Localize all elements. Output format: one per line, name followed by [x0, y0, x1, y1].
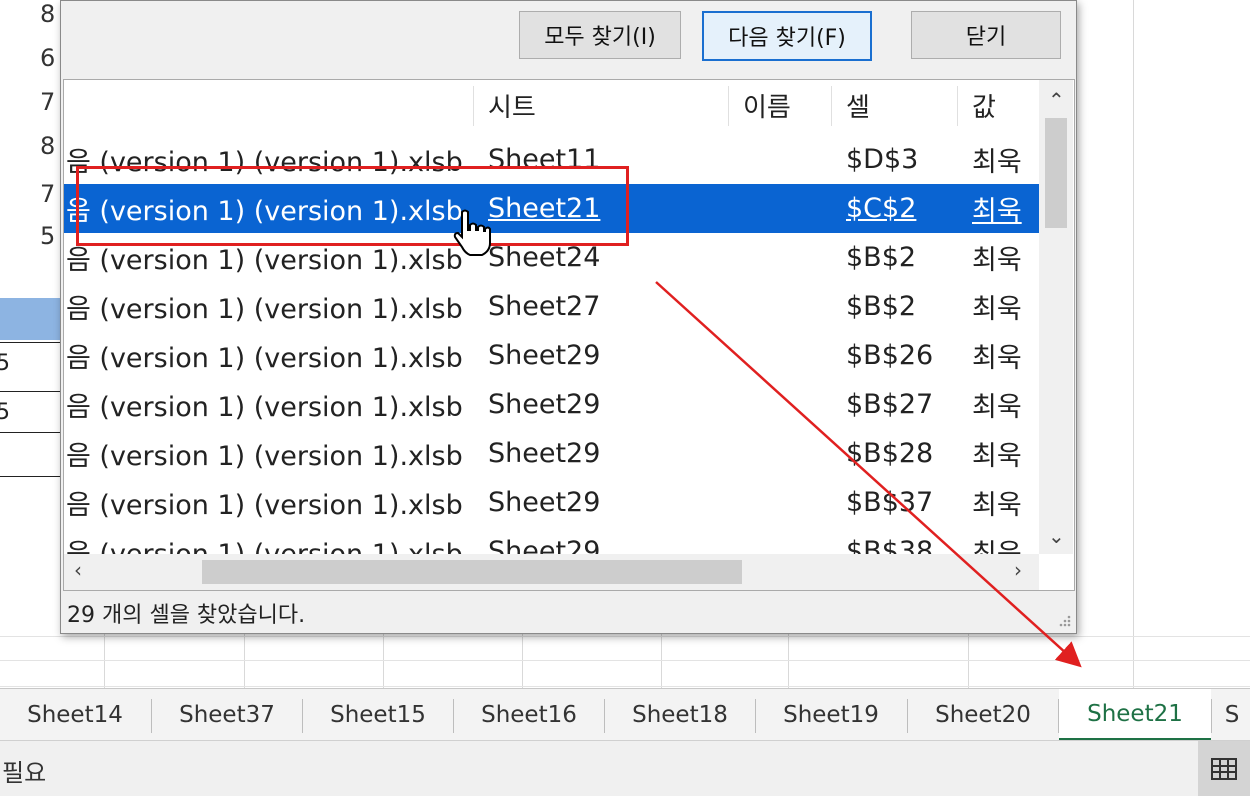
row-number-fragment: 5: [40, 222, 56, 250]
result-cell-value: 최욱: [972, 245, 1022, 276]
result-cell-value: 최욱: [972, 294, 1022, 325]
result-cell-workbook: 음 (version 1) (version 1).xlsb: [66, 343, 463, 374]
cell-fragment[interactable]: [0, 432, 62, 481]
row-number-fragment: 6: [40, 44, 56, 72]
result-cell-workbook: 음 (version 1) (version 1).xlsb: [66, 294, 463, 325]
vertical-scroll-thumb[interactable]: [1045, 118, 1067, 228]
scroll-down-icon[interactable]: ⌄: [1048, 524, 1065, 548]
sheet-tab-s[interactable]: S: [1212, 689, 1250, 741]
status-bar: 필요: [0, 740, 1250, 796]
result-row[interactable]: 음 (version 1) (version 1).xlsb Sheet29 $B$…: [64, 331, 1039, 380]
result-cell-workbook: 음 (version 1) (version 1).xlsb: [66, 392, 463, 423]
result-cell-name: [743, 429, 833, 478]
result-cell-cell: $B$28: [846, 438, 934, 469]
sheet-tab-sheet37[interactable]: Sheet37: [152, 689, 302, 741]
normal-view-button[interactable]: [1198, 741, 1250, 796]
scroll-left-icon[interactable]: ‹: [74, 558, 82, 582]
result-cell-sheet: Sheet29: [488, 340, 601, 371]
sheet-tab-sheet16[interactable]: Sheet16: [454, 689, 604, 741]
result-cell-value: 최욱: [972, 343, 1022, 374]
result-cell-cell: $C$2: [846, 193, 917, 224]
column-header-sheet[interactable]: 시트: [488, 80, 718, 130]
column-header-value[interactable]: 값: [972, 80, 1032, 130]
results-status-text: 29 개의 셀을 찾았습니다.: [67, 603, 306, 628]
result-cell-name: [743, 331, 833, 380]
scroll-right-icon[interactable]: ›: [1014, 558, 1022, 582]
result-cell-name: [743, 478, 833, 527]
sheet-tab-sheet19[interactable]: Sheet19: [756, 689, 906, 741]
results-list[interactable]: 시트 이름 셀 값 음 (version 1) (version 1).xlsb…: [63, 79, 1075, 591]
result-cell-sheet: Sheet29: [488, 438, 601, 469]
sheet-tab-sheet21[interactable]: Sheet21: [1059, 689, 1211, 741]
result-cell-name: [743, 135, 833, 184]
horizontal-scrollbar[interactable]: ‹ ›: [64, 554, 1039, 590]
result-cell-workbook: 음 (version 1) (version 1).xlsb: [66, 490, 463, 521]
find-next-button[interactable]: 다음 찾기(F): [702, 11, 872, 61]
result-cell-name: [743, 184, 833, 233]
result-cell-name: [743, 380, 833, 429]
row-number-fragment: 7: [40, 88, 56, 116]
vertical-scrollbar[interactable]: ⌃ ⌄: [1039, 80, 1073, 554]
row-number-fragment: 7: [40, 180, 56, 208]
result-cell-workbook: 음 (version 1) (version 1).xlsb: [66, 441, 463, 472]
result-cell-cell: $B$2: [846, 291, 917, 322]
horizontal-scroll-thumb[interactable]: [202, 560, 742, 584]
sheet-tab-sheet14[interactable]: Sheet14: [0, 689, 150, 741]
scroll-up-icon[interactable]: ⌃: [1048, 88, 1065, 112]
sheet-tab-sheet18[interactable]: Sheet18: [605, 689, 755, 741]
resize-grip-icon[interactable]: [1056, 613, 1072, 629]
result-cell-value: 최욱: [972, 196, 1022, 227]
find-dialog: 모두 찾기(I) 다음 찾기(F) 닫기 시트 이름 셀 값 음 (versio…: [60, 0, 1077, 634]
result-row[interactable]: 음 (version 1) (version 1).xlsb Sheet29 $B$…: [64, 429, 1039, 478]
find-all-button[interactable]: 모두 찾기(I): [519, 11, 681, 59]
result-cell-value: 최욱: [972, 147, 1022, 178]
selected-row-header-fragment: [0, 298, 62, 340]
hand-cursor-icon: [453, 209, 491, 256]
result-row[interactable]: 음 (version 1) (version 1).xlsb Sheet29 $B$…: [64, 380, 1039, 429]
result-cell-name: [743, 282, 833, 331]
result-row[interactable]: 음 (version 1) (version 1).xlsb Sheet27 $B$…: [64, 282, 1039, 331]
cell-fragment[interactable]: [0, 476, 62, 525]
grid-view-icon: [1211, 757, 1237, 780]
cell-fragment[interactable]: 5: [0, 342, 62, 391]
sheet-tab-bar: Sheet14 Sheet37 Sheet15 Sheet16 Sheet18 Sheet…: [0, 688, 1250, 741]
result-cell-cell: $B$26: [846, 340, 934, 371]
sheet-tab-sheet15[interactable]: Sheet15: [303, 689, 453, 741]
result-cell-value: 최욱: [972, 441, 1022, 472]
result-cell-value: 최욱: [972, 392, 1022, 423]
result-cell-cell: $D$3: [846, 144, 919, 175]
annotation-highlight-box: [76, 166, 629, 246]
row-number-fragment: 8: [40, 132, 56, 160]
result-cell-sheet: Sheet29: [488, 389, 601, 420]
result-cell-cell: $B$27: [846, 389, 934, 420]
row-number-fragment: 8: [40, 0, 56, 28]
result-cell-value: 최욱: [972, 490, 1022, 521]
result-cell-sheet: Sheet29: [488, 487, 601, 518]
column-header-cell[interactable]: 셀: [846, 80, 946, 130]
close-button[interactable]: 닫기: [911, 11, 1061, 59]
status-bar-text: 필요: [2, 759, 47, 787]
result-cell-name: [743, 233, 833, 282]
column-header-name[interactable]: 이름: [743, 80, 833, 130]
result-cell-cell: $B$2: [846, 242, 917, 273]
result-cell-cell: $B$37: [846, 487, 934, 518]
column-header-workbook[interactable]: [68, 80, 468, 130]
sheet-tab-sheet20[interactable]: Sheet20: [908, 689, 1058, 741]
result-cell-sheet: Sheet27: [488, 291, 601, 322]
result-row[interactable]: 음 (version 1) (version 1).xlsb Sheet29 $B$…: [64, 478, 1039, 527]
